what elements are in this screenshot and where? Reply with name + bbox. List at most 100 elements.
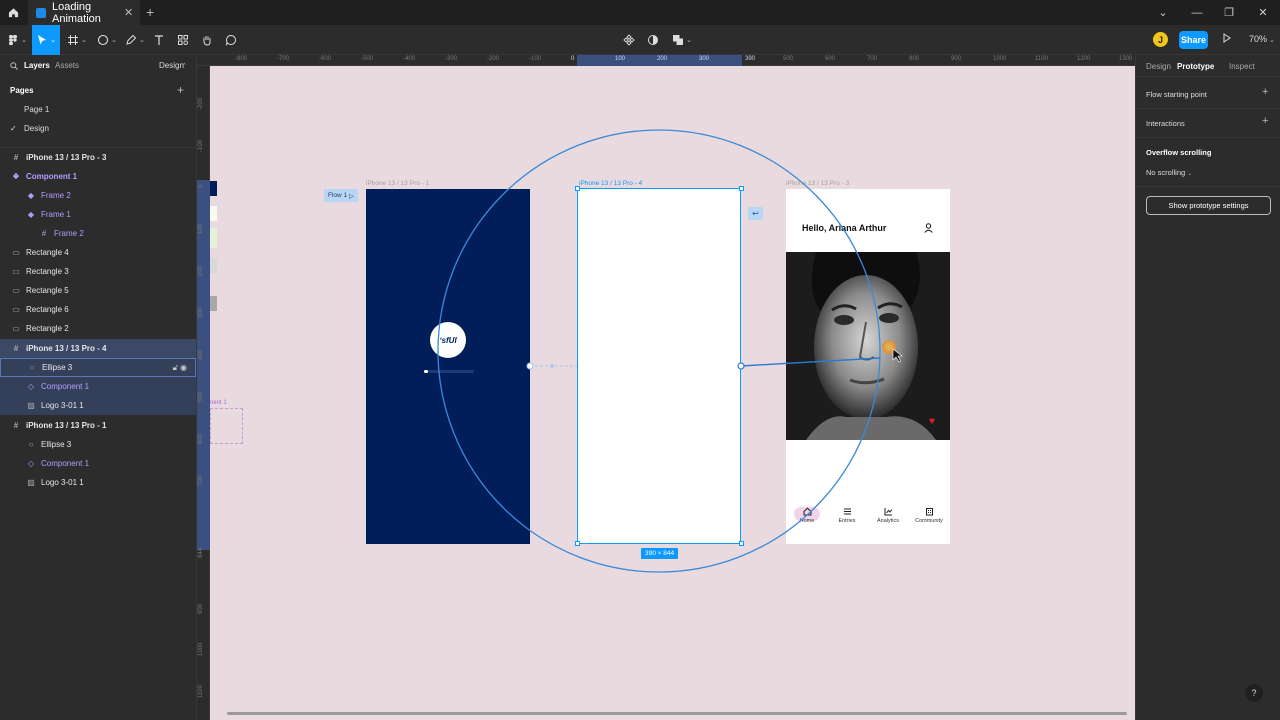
ruler-tick: 700 (198, 475, 204, 486)
tab-design[interactable]: Design (1146, 62, 1171, 71)
divider (1136, 186, 1280, 187)
layer-row[interactable]: ▭ Rectangle 2 (0, 319, 196, 338)
new-tab-button[interactable]: + (146, 4, 154, 20)
rectangle-icon: ▭ (12, 286, 20, 295)
component-tool-button[interactable] (620, 25, 638, 55)
toolbar: ⌄ ⌄ ⌄ ⌄ ⌄ ⌄ (0, 25, 1280, 55)
layer-row[interactable]: ▭ Rectangle 5 (0, 281, 196, 300)
layer-row[interactable]: ▨ Logo 3-01 1 (0, 473, 196, 492)
layer-tools: 🔓︎ ◉ (173, 363, 187, 373)
design-canvas[interactable]: nent 1 Flow 1 ▷ iPhone 13 / 13 Pro - 1 ʻ… (210, 66, 1135, 720)
rectangle-icon: ▭ (12, 305, 20, 314)
tab-assets[interactable]: Assets (55, 61, 79, 70)
ruler-tick: 700 (867, 56, 878, 62)
page-item-design[interactable]: Design (24, 124, 49, 133)
horizontal-scrollbar[interactable] (227, 712, 1127, 715)
close-tab-icon[interactable]: ✕ (124, 6, 140, 19)
pen-tool-button[interactable]: ⌄ (122, 25, 148, 55)
instance-icon: ◆ (27, 191, 35, 200)
layer-row[interactable]: ❖ Component 1 (0, 167, 196, 186)
ruler-tick: 0 (198, 184, 204, 188)
layer-label: iPhone 13 / 13 Pro - 4 (26, 344, 107, 353)
show-prototype-settings-button[interactable]: Show prototype settings (1146, 196, 1271, 215)
text-icon (155, 35, 163, 45)
home-icon (8, 8, 19, 18)
page-item-page-1[interactable]: Page 1 (24, 105, 49, 114)
comment-tool-button[interactable] (222, 25, 240, 55)
close-window-button[interactable]: ✕ (1246, 0, 1280, 25)
layer-label: Component 1 (41, 459, 90, 468)
layer-row[interactable]: ▨ Logo 3-01 1 (0, 396, 196, 415)
document-tab[interactable]: Loading Animation ✕ (28, 0, 140, 25)
ruler-tick: 1200 (1077, 56, 1091, 62)
divider (1136, 76, 1280, 77)
rectangle-icon: ▭ (12, 248, 20, 257)
overflow-scrolling-heading: Overflow scrolling (1146, 148, 1212, 157)
dropdown-button[interactable]: ⌄ (1146, 0, 1180, 25)
layer-row[interactable]: # iPhone 13 / 13 Pro - 1 (0, 416, 196, 435)
rectangle-icon: ▭ (12, 267, 20, 276)
minimize-button[interactable]: — (1180, 0, 1214, 25)
add-page-button[interactable]: + (177, 83, 184, 97)
connector-node[interactable] (737, 362, 745, 370)
add-interaction-button[interactable]: + (1262, 115, 1268, 127)
layers-panel: Layers Assets Design ^ Pages + Page 1 ✓ … (0, 56, 197, 720)
home-button[interactable] (0, 0, 27, 25)
pen-icon (126, 34, 137, 45)
ruler-tick: 100 (615, 56, 626, 62)
layer-row[interactable]: ▭ Rectangle 3 (0, 262, 196, 281)
layer-label: Rectangle 6 (26, 305, 69, 314)
overflow-dropdown[interactable]: No scrolling ⌄ (1146, 168, 1192, 177)
layer-row[interactable]: ▭ Rectangle 6 (0, 300, 196, 319)
tab-prototype[interactable]: Prototype (1177, 62, 1214, 71)
layer-row[interactable]: ○ Ellipse 3 🔓︎ ◉ (0, 358, 196, 377)
add-flow-button[interactable]: + (1262, 86, 1268, 98)
lock-icon[interactable]: 🔓︎ (173, 363, 178, 372)
user-avatar[interactable]: J (1153, 32, 1168, 47)
figma-logo-icon (9, 35, 18, 46)
ruler-tick: 200 (198, 265, 204, 276)
text-tool-button[interactable] (150, 25, 168, 55)
help-button[interactable]: ? (1245, 684, 1263, 702)
layer-row-selected[interactable]: # iPhone 13 / 13 Pro - 4 (0, 339, 196, 358)
eye-icon[interactable]: ◉ (180, 363, 187, 372)
ruler-tick: 900 (198, 603, 204, 614)
layer-label: Ellipse 3 (42, 363, 73, 372)
layer-row[interactable]: ◆ Frame 1 (0, 205, 196, 224)
layer-row[interactable]: ◆ Frame 2 (0, 186, 196, 205)
tab-layers[interactable]: Layers (24, 61, 50, 70)
layer-row[interactable]: # iPhone 13 / 13 Pro - 3 (0, 148, 196, 167)
resources-button[interactable] (174, 25, 192, 55)
layer-label: Logo 3-01 1 (41, 478, 84, 487)
layer-row[interactable]: # Frame 2 (0, 224, 196, 243)
layer-row[interactable]: ◇ Component 1 (0, 454, 196, 473)
ruler-tick: -700 (277, 56, 290, 62)
horizontal-ruler: -800 -700 -600 -500 -400 -300 -200 -100 … (197, 55, 1135, 66)
restore-button[interactable]: ❐ (1212, 0, 1246, 25)
share-button[interactable]: Share (1179, 31, 1208, 49)
frame-icon: # (13, 421, 19, 430)
move-tool-button[interactable]: ⌄ (32, 25, 60, 55)
shape-tool-button[interactable]: ⌄ (94, 25, 120, 55)
page-design-dropdown[interactable]: Design (159, 61, 184, 70)
instance-icon: ◆ (27, 210, 35, 219)
instance-icon: ◇ (27, 459, 35, 468)
mask-tool-button[interactable] (644, 25, 662, 55)
prototype-connector[interactable] (740, 357, 881, 367)
layer-row[interactable]: ◇ Component 1 (0, 377, 196, 396)
frame-icon: # (13, 344, 19, 353)
layer-row[interactable]: ▭ Rectangle 4 (0, 243, 196, 262)
properties-panel: Design Prototype Inspect Flow starting p… (1135, 56, 1280, 720)
boolean-tool-button[interactable]: ⌄ (670, 25, 694, 55)
search-icon[interactable] (10, 62, 18, 70)
frame-tool-button[interactable]: ⌄ (64, 25, 90, 55)
connector-node[interactable] (526, 362, 534, 370)
main-menu-button[interactable]: ⌄ (4, 25, 30, 55)
present-button[interactable] (1222, 33, 1232, 46)
hand-tool-button[interactable] (198, 25, 216, 55)
tab-inspect[interactable]: Inspect (1229, 62, 1255, 71)
layer-row[interactable]: ○ Ellipse 3 (0, 435, 196, 454)
selection-ellipse[interactable] (437, 129, 881, 573)
connector-node[interactable] (550, 364, 554, 368)
zoom-dropdown[interactable]: 70% ⌄ (1249, 34, 1275, 44)
